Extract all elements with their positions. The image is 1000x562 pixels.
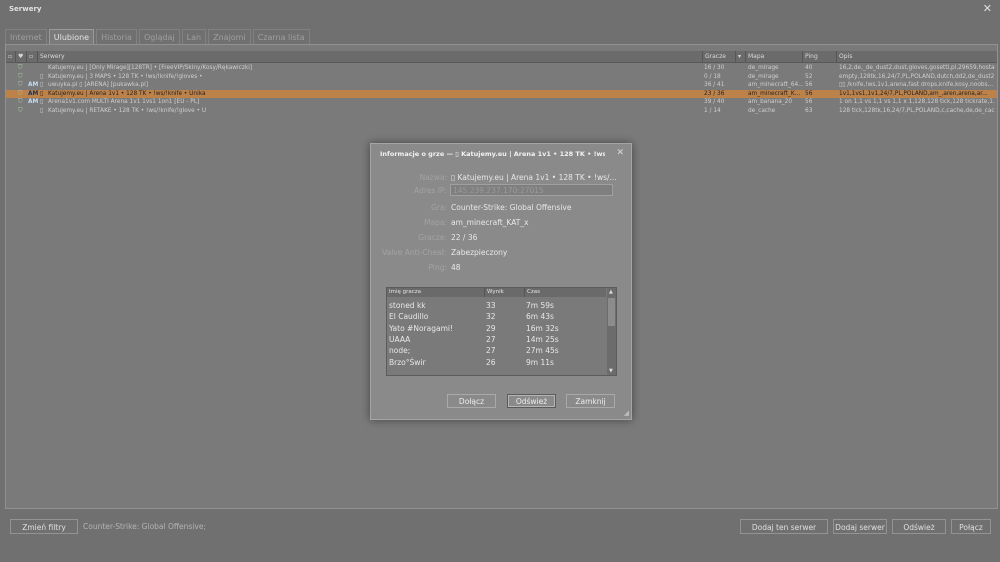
- dialog-close-button[interactable]: Zamknij: [566, 394, 615, 408]
- resize-grip-icon[interactable]: ◢: [624, 409, 629, 417]
- player-column-score[interactable]: Wynik: [484, 288, 527, 297]
- dialog-close-icon[interactable]: ✕: [616, 148, 624, 158]
- player-column-name[interactable]: Imię gracza: [387, 288, 486, 297]
- player-list: Imię gracza Wynik Czas stoned kk 33 7m 59s…: [386, 287, 617, 376]
- name-value: ▯ Katujemy.eu | Arena 1v1 • 128 TK • !ws…: [451, 173, 617, 182]
- player-score: 32: [486, 312, 496, 322]
- player-row[interactable]: node; 27 27m 45s: [387, 345, 606, 356]
- scroll-up-icon[interactable]: ▲: [609, 289, 613, 295]
- dialog-title: Informacje o grze — ▯ Katujemy.eu | Aren…: [380, 150, 605, 158]
- player-time: 9m 11s: [526, 357, 554, 367]
- player-name: El Caudillo: [389, 312, 429, 322]
- dialog-connect-button[interactable]: Dołącz: [447, 394, 496, 408]
- ping-value: 48: [451, 263, 461, 272]
- ip-label: Adres IP:: [414, 186, 447, 195]
- player-row[interactable]: Brzo°Świr 26 9m 11s: [387, 357, 606, 368]
- player-time: 6m 43s: [526, 312, 554, 322]
- players-label: Gracze:: [418, 233, 447, 242]
- players-value: 22 / 36: [451, 233, 478, 242]
- player-name: Yato #Noragami!: [389, 323, 453, 333]
- player-score: 33: [486, 301, 496, 310]
- player-row[interactable]: UAAA 27 14m 25s: [387, 334, 606, 345]
- name-label: Nazwa:: [419, 173, 447, 182]
- map-label: Mapa:: [424, 218, 447, 227]
- player-name: Brzo°Świr: [389, 357, 426, 367]
- player-score: 29: [486, 323, 496, 333]
- ping-label: Ping:: [428, 263, 447, 272]
- player-row[interactable]: El Caudillo 32 6m 43s: [387, 311, 606, 322]
- player-score: 27: [486, 334, 496, 344]
- player-time: 7m 59s: [526, 301, 554, 310]
- game-label: Gra:: [430, 203, 447, 212]
- map-value: am_minecraft_KAT_x: [451, 218, 529, 227]
- player-time: 27m 45s: [526, 346, 559, 356]
- scroll-thumb[interactable]: [608, 298, 615, 326]
- game-info-dialog: Informacje o grze — ▯ Katujemy.eu | Aren…: [370, 143, 632, 420]
- player-time: 14m 25s: [526, 334, 559, 344]
- player-score: 26: [486, 357, 496, 367]
- player-list-scrollbar[interactable]: ▲ ▼: [607, 288, 616, 375]
- ip-field[interactable]: 145.239.237.170:27015: [450, 184, 613, 196]
- player-column-time[interactable]: Czas: [524, 288, 609, 297]
- player-time: 16m 32s: [526, 323, 559, 333]
- player-row[interactable]: Yato #Noragami! 29 16m 32s: [387, 323, 606, 334]
- player-name: stoned kk: [389, 301, 426, 310]
- dialog-refresh-button[interactable]: Odśwież: [507, 394, 556, 408]
- vac-value: Zabezpieczony: [451, 248, 508, 257]
- player-name: UAAA: [389, 334, 411, 344]
- vac-label: Valve Anti-Cheat:: [382, 248, 447, 257]
- player-score: 27: [486, 346, 496, 356]
- player-name: node;: [389, 346, 411, 356]
- game-value: Counter-Strike: Global Offensive: [451, 203, 572, 212]
- player-list-header: Imię gracza Wynik Czas: [387, 288, 606, 297]
- player-row[interactable]: stoned kk 33 7m 59s: [387, 300, 606, 311]
- scroll-down-icon[interactable]: ▼: [609, 368, 613, 374]
